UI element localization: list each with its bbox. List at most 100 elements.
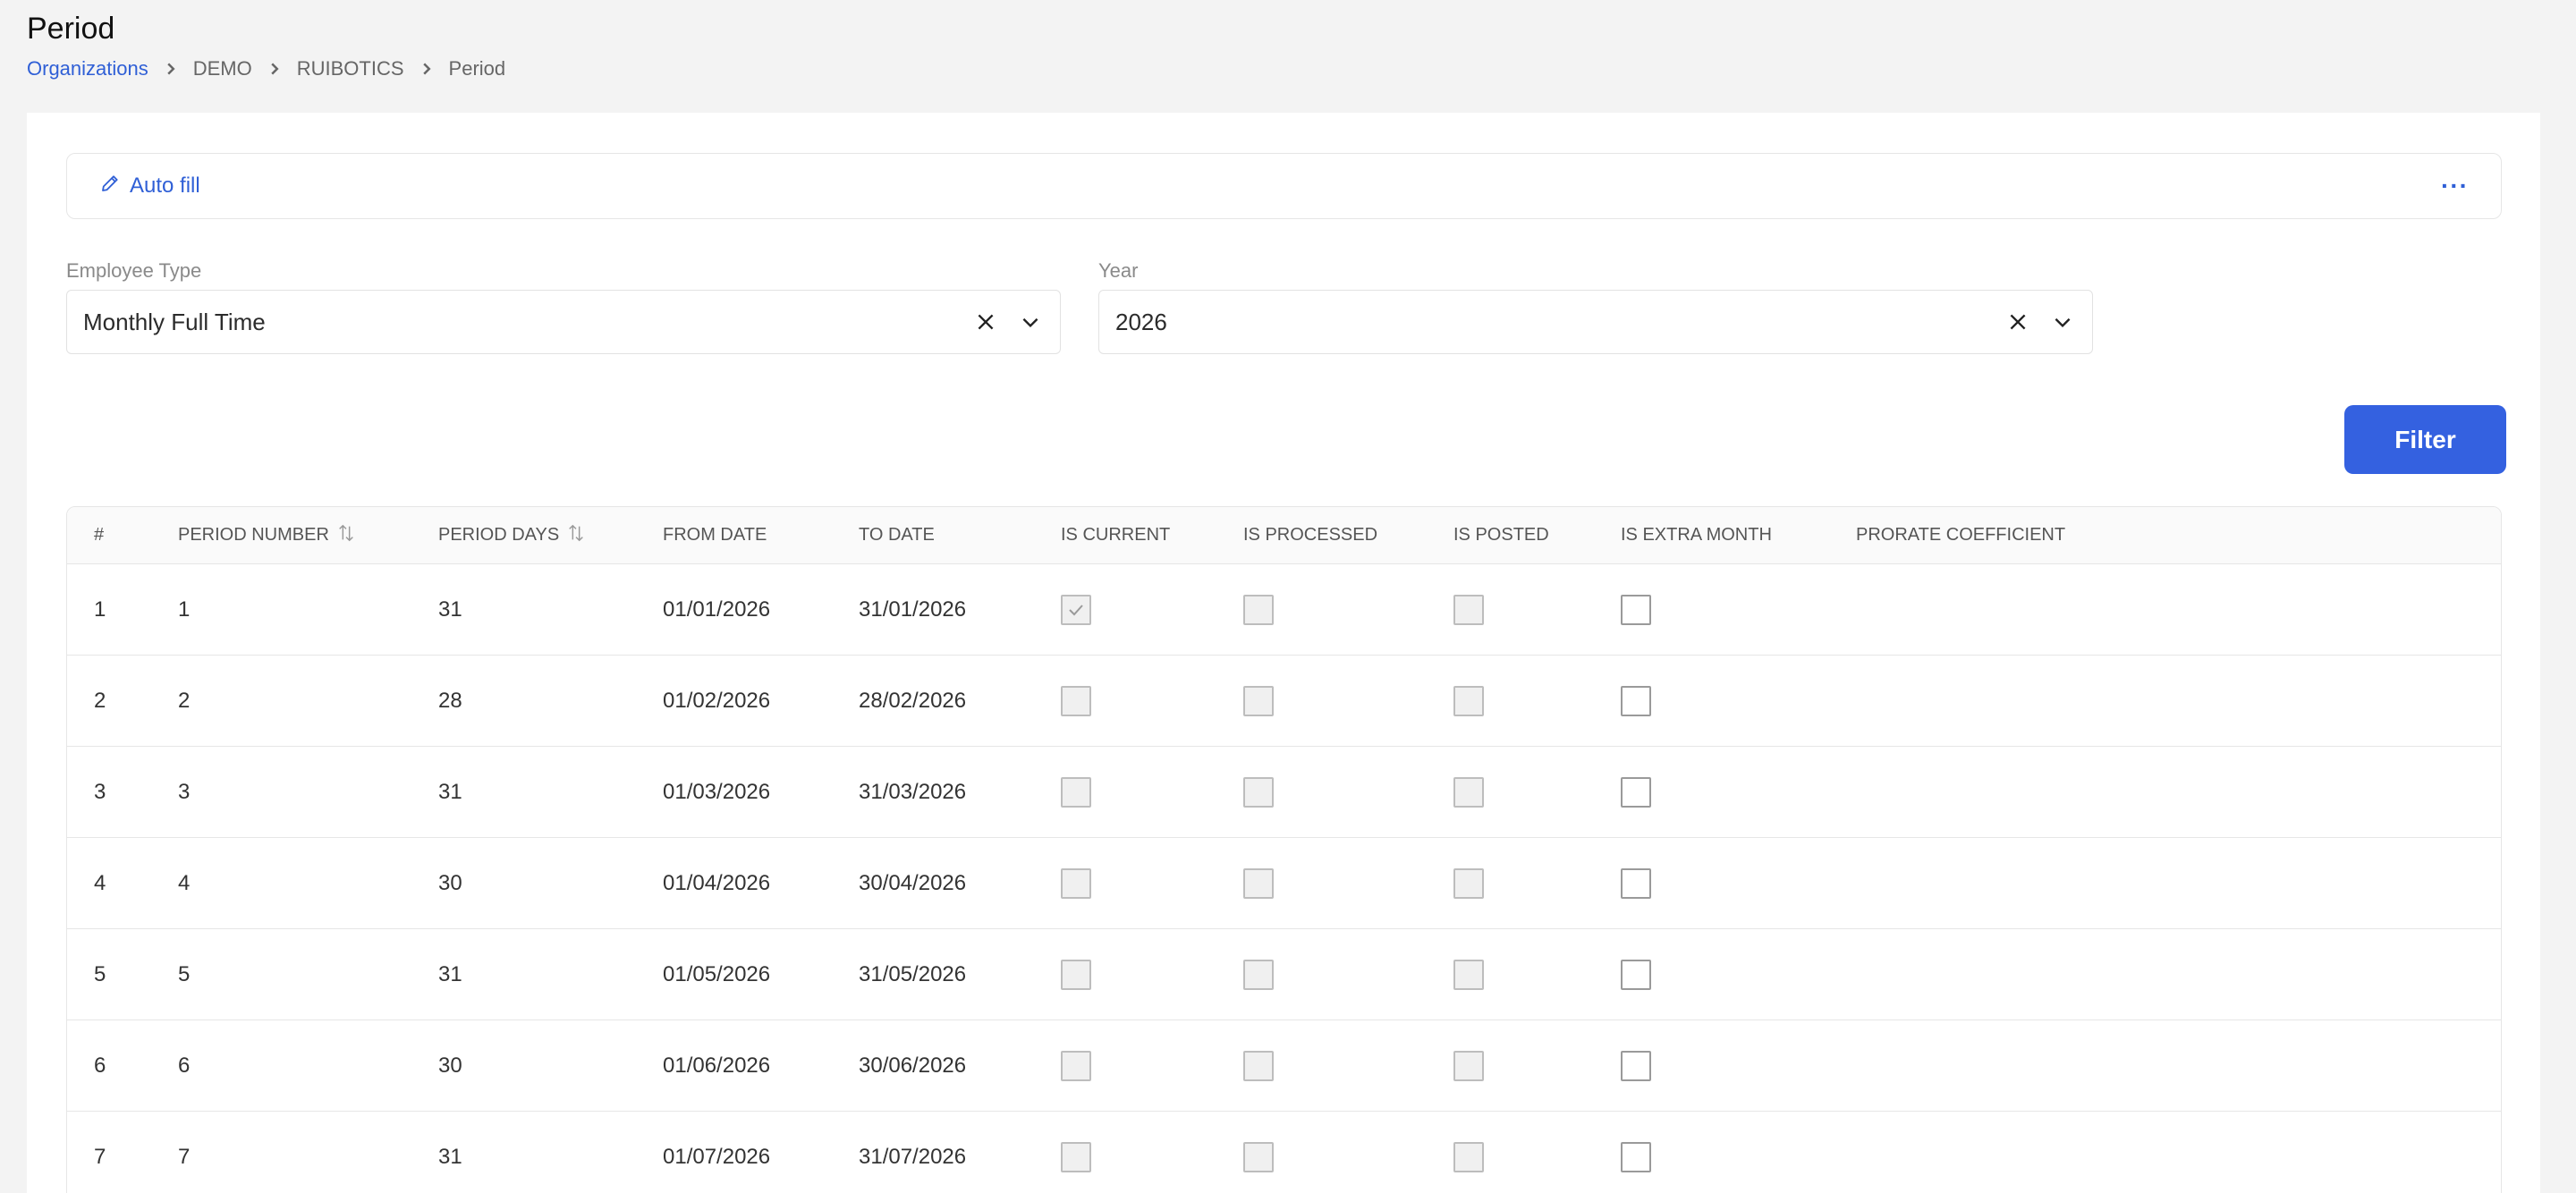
cell-is-extra-month (1621, 656, 1651, 746)
cell-period-number: 6 (178, 1053, 191, 1078)
cell-is-processed (1243, 1020, 1274, 1111)
cell-from: 01/01/2026 (663, 596, 771, 622)
period-table: # PERIOD NUMBER PERIOD DAYS FROM DATE TO… (66, 506, 2502, 1193)
table-row[interactable]: 4 4 30 01/04/2026 30/04/2026 (67, 838, 2501, 929)
is-extra-month-checkbox[interactable] (1621, 1141, 1651, 1172)
toolbar: Auto fill ··· (66, 153, 2502, 219)
auto-fill-button[interactable]: Auto fill (99, 173, 200, 200)
cell-is-processed (1243, 929, 1274, 1020)
cell-period-number: 4 (178, 870, 191, 895)
col-is-extra-month-label: IS EXTRA MONTH (1621, 525, 1772, 545)
is-processed-checkbox (1243, 594, 1274, 625)
col-to-date-label: TO DATE (859, 525, 935, 545)
is-extra-month-checkbox[interactable] (1621, 959, 1651, 990)
col-period-number-label: PERIOD NUMBER (178, 525, 329, 545)
breadcrumb-ruibotics[interactable]: RUIBOTICS (297, 57, 404, 80)
is-processed-checkbox (1243, 1050, 1274, 1081)
is-current-checkbox (1061, 1050, 1091, 1081)
cell-from: 01/07/2026 (663, 1144, 771, 1169)
cell-period-number: 2 (178, 688, 191, 713)
cell-is-current (1061, 747, 1091, 837)
cell-is-extra-month (1621, 838, 1651, 928)
cell-index: 3 (94, 779, 106, 804)
cell-is-extra-month (1621, 1112, 1651, 1193)
cell-is-current (1061, 1112, 1091, 1193)
more-options-icon[interactable]: ··· (2441, 172, 2469, 200)
table-row[interactable]: 2 2 28 01/02/2026 28/02/2026 (67, 656, 2501, 747)
cell-is-posted (1453, 564, 1484, 655)
breadcrumb-demo[interactable]: DEMO (193, 57, 252, 80)
sort-icon[interactable] (336, 523, 356, 548)
table-row[interactable]: 7 7 31 01/07/2026 31/07/2026 (67, 1112, 2501, 1193)
pencil-icon (99, 173, 121, 200)
cell-to: 30/06/2026 (859, 1053, 967, 1078)
cell-is-processed (1243, 564, 1274, 655)
content-card: Auto fill ··· Employee Type Monthly Full… (27, 113, 2540, 1193)
cell-is-posted (1453, 1112, 1484, 1193)
cell-is-extra-month (1621, 1020, 1651, 1111)
clear-icon[interactable] (2004, 309, 2031, 335)
col-from-date: FROM DATE (663, 525, 767, 546)
is-posted-checkbox (1453, 594, 1484, 625)
cell-is-posted (1453, 747, 1484, 837)
col-from-date-label: FROM DATE (663, 525, 767, 545)
is-extra-month-checkbox[interactable] (1621, 594, 1651, 625)
year-label: Year (1098, 259, 1139, 282)
is-current-checkbox (1061, 867, 1091, 899)
cell-is-posted (1453, 1020, 1484, 1111)
is-extra-month-checkbox[interactable] (1621, 1050, 1651, 1081)
is-extra-month-checkbox[interactable] (1621, 867, 1651, 899)
cell-is-current (1061, 838, 1091, 928)
sort-icon[interactable] (566, 523, 586, 548)
table-row[interactable]: 3 3 31 01/03/2026 31/03/2026 (67, 747, 2501, 838)
is-extra-month-checkbox[interactable] (1621, 685, 1651, 716)
clear-icon[interactable] (972, 309, 999, 335)
is-current-checkbox (1061, 1141, 1091, 1172)
table-row[interactable]: 1 1 31 01/01/2026 31/01/2026 (67, 564, 2501, 656)
is-processed-checkbox (1243, 1141, 1274, 1172)
chevron-down-icon[interactable] (2049, 309, 2076, 335)
cell-to: 31/05/2026 (859, 961, 967, 986)
year-select[interactable]: 2026 (1098, 290, 2093, 354)
cell-to: 31/07/2026 (859, 1144, 967, 1169)
cell-to: 31/01/2026 (859, 596, 967, 622)
cell-is-processed (1243, 656, 1274, 746)
cell-is-extra-month (1621, 747, 1651, 837)
col-is-posted-label: IS POSTED (1453, 525, 1549, 545)
is-posted-checkbox (1453, 959, 1484, 990)
cell-index: 1 (94, 596, 106, 622)
cell-period-number: 3 (178, 779, 191, 804)
cell-is-processed (1243, 747, 1274, 837)
cell-to: 28/02/2026 (859, 688, 967, 713)
cell-is-extra-month (1621, 564, 1651, 655)
breadcrumb-period: Period (448, 57, 506, 80)
table-row[interactable]: 5 5 31 01/05/2026 31/05/2026 (67, 929, 2501, 1020)
chevron-down-icon[interactable] (1017, 309, 1044, 335)
filter-button[interactable]: Filter (2344, 405, 2506, 474)
cell-period-number: 5 (178, 961, 191, 986)
is-extra-month-checkbox[interactable] (1621, 776, 1651, 808)
employee-type-select[interactable]: Monthly Full Time (66, 290, 1061, 354)
col-is-processed-label: IS PROCESSED (1243, 525, 1378, 545)
is-posted-checkbox (1453, 685, 1484, 716)
breadcrumb-organizations[interactable]: Organizations (27, 57, 148, 80)
chevron-right-icon (420, 63, 433, 75)
is-processed-checkbox (1243, 685, 1274, 716)
col-to-date: TO DATE (859, 525, 935, 546)
table-row[interactable]: 6 6 30 01/06/2026 30/06/2026 (67, 1020, 2501, 1112)
col-index-label: # (94, 525, 105, 545)
is-posted-checkbox (1453, 1141, 1484, 1172)
cell-is-posted (1453, 656, 1484, 746)
cell-period-days: 31 (438, 779, 462, 804)
col-period-number[interactable]: PERIOD NUMBER (178, 523, 356, 548)
is-current-checkbox (1061, 776, 1091, 808)
cell-period-number: 1 (178, 596, 191, 622)
cell-is-current (1061, 656, 1091, 746)
col-is-current: IS CURRENT (1061, 525, 1170, 546)
is-processed-checkbox (1243, 867, 1274, 899)
col-index: # (94, 525, 104, 546)
col-period-days[interactable]: PERIOD DAYS (438, 523, 586, 548)
cell-from: 01/06/2026 (663, 1053, 771, 1078)
cell-is-posted (1453, 838, 1484, 928)
cell-index: 2 (94, 688, 106, 713)
